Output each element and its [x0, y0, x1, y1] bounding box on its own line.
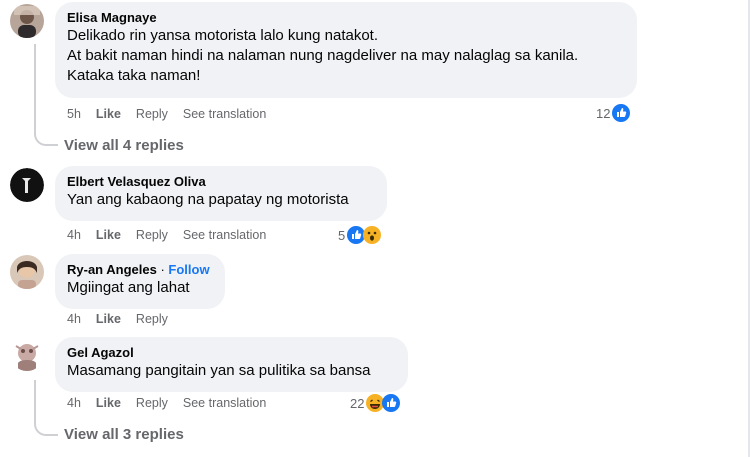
comment-time[interactable]: 4h: [67, 396, 81, 410]
view-replies-link[interactable]: View all 3 replies: [64, 426, 184, 443]
reaction-summary[interactable]: 12: [596, 104, 631, 122]
comment-actions: 5h Like Reply See translation: [67, 107, 281, 121]
follow-button[interactable]: Follow: [168, 262, 209, 277]
reply-button[interactable]: Reply: [136, 228, 168, 242]
comment-text: Delikado rin yansa motorista lalo kung n…: [67, 27, 379, 44]
comment-actions: 4h Like Reply See translation: [67, 228, 281, 242]
view-replies-link[interactable]: View all 4 replies: [64, 137, 184, 154]
comment-time[interactable]: 4h: [67, 312, 81, 326]
like-icon: [382, 394, 401, 412]
comment-text: Mgiingat ang lahat: [67, 279, 190, 296]
reply-button[interactable]: Reply: [136, 396, 168, 410]
comment-author-line: Ry-an Angeles · Follow: [67, 261, 213, 278]
like-button[interactable]: Like: [96, 107, 121, 121]
comment-bubble: Elisa Magnaye Delikado rin yansa motoris…: [55, 2, 637, 98]
comment-actions: 4h Like Reply: [67, 312, 183, 326]
thread-curve: [34, 130, 58, 146]
wow-icon: [363, 226, 382, 244]
comment-text: Masamang pangitain yan sa pulitika sa ba…: [67, 362, 371, 379]
avatar[interactable]: [10, 255, 44, 289]
thread-line: [34, 380, 36, 424]
see-translation-link[interactable]: See translation: [183, 107, 266, 121]
reaction-summary[interactable]: 22: [350, 394, 401, 412]
thread-line: [34, 44, 36, 132]
comment-author[interactable]: Elisa Magnaye: [67, 9, 625, 26]
reply-button[interactable]: Reply: [136, 107, 168, 121]
comment-actions: 4h Like Reply See translation: [67, 396, 281, 410]
comment-author[interactable]: Elbert Velasquez Oliva: [67, 173, 375, 190]
comment-bubble: Ry-an Angeles · Follow Mgiingat ang laha…: [55, 254, 225, 309]
reaction-summary[interactable]: 5: [338, 226, 382, 244]
follow-separator: ·: [160, 262, 165, 277]
comment-text: Kataka taka naman!: [67, 67, 201, 84]
see-translation-link[interactable]: See translation: [183, 396, 266, 410]
see-translation-link[interactable]: See translation: [183, 228, 266, 242]
comment-text: At bakit naman hindi na nalaman nung nag…: [67, 47, 579, 64]
reaction-count: 5: [338, 227, 346, 243]
avatar[interactable]: [10, 4, 44, 38]
comment-bubble: Elbert Velasquez Oliva Yan ang kabaong n…: [55, 166, 387, 221]
reaction-count: 12: [596, 105, 611, 121]
like-button[interactable]: Like: [96, 312, 121, 326]
like-button[interactable]: Like: [96, 396, 121, 410]
comment-bubble: Gel Agazol Masamang pangitain yan sa pul…: [55, 337, 408, 392]
comment-author[interactable]: Ry-an Angeles: [67, 262, 157, 277]
reply-button[interactable]: Reply: [136, 312, 168, 326]
like-button[interactable]: Like: [96, 228, 121, 242]
avatar[interactable]: [10, 168, 44, 202]
comment-time[interactable]: 4h: [67, 228, 81, 242]
comment-text: Yan ang kabaong na papatay ng motorista: [67, 191, 349, 208]
avatar[interactable]: [10, 337, 44, 371]
like-icon: [612, 104, 631, 122]
reaction-count: 22: [350, 395, 365, 411]
comment-time[interactable]: 5h: [67, 107, 81, 121]
thread-curve: [34, 420, 58, 436]
comment-author[interactable]: Gel Agazol: [67, 344, 396, 361]
